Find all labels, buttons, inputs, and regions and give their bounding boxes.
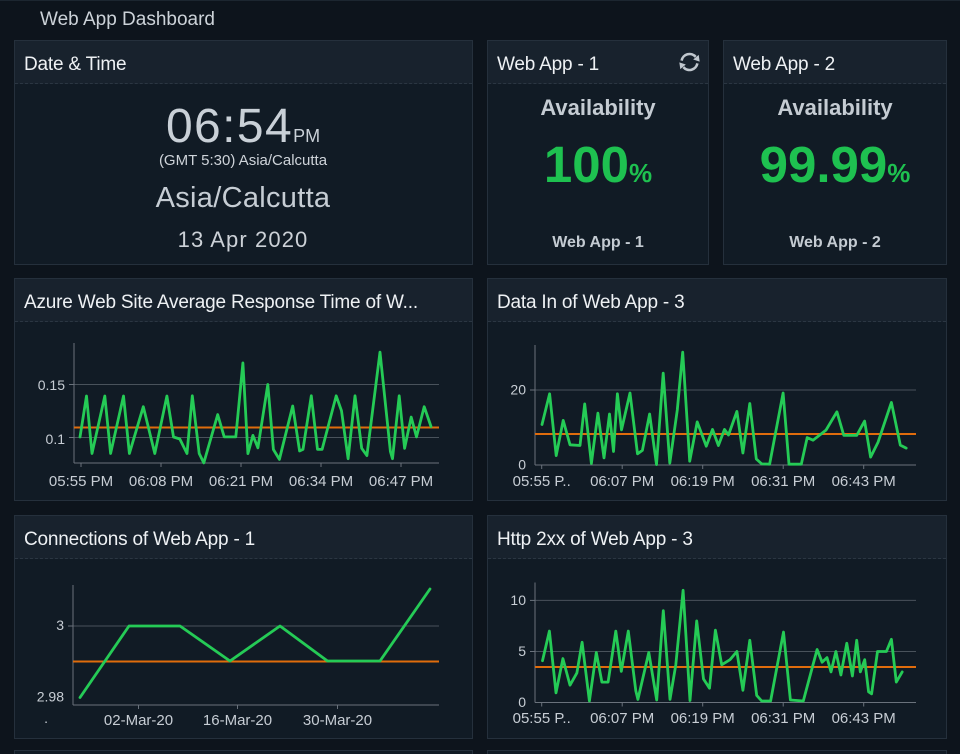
- svg-text:06:31 PM: 06:31 PM: [751, 710, 815, 727]
- svg-text:06:19 PM: 06:19 PM: [671, 710, 735, 727]
- svg-text:99.99%: 99.99%: [760, 136, 911, 193]
- svg-text:13 Apr 2020: 13 Apr 2020: [178, 227, 309, 252]
- svg-text:0.15: 0.15: [38, 377, 65, 393]
- svg-text:30-Mar-20: 30-Mar-20: [303, 712, 372, 729]
- svg-text:16-Mar-20: 16-Mar-20: [203, 712, 272, 729]
- svg-text:06:43 PM: 06:43 PM: [832, 710, 896, 727]
- svg-text:06:34 PM: 06:34 PM: [289, 473, 353, 490]
- svg-text:Availability: Availability: [777, 95, 893, 120]
- svg-text:06:31 PM: 06:31 PM: [751, 473, 815, 490]
- svg-text:.: .: [44, 710, 48, 726]
- svg-text:5: 5: [518, 643, 526, 659]
- svg-text:10: 10: [510, 592, 526, 608]
- svg-text:2.98: 2.98: [37, 689, 64, 705]
- svg-text:06:47 PM: 06:47 PM: [369, 473, 433, 490]
- svg-text:3: 3: [56, 617, 64, 633]
- svg-text:Availability: Availability: [540, 95, 656, 120]
- svg-text:20: 20: [510, 382, 526, 398]
- svg-text:0: 0: [518, 694, 526, 710]
- svg-text:Web App - 1: Web App - 1: [552, 234, 644, 251]
- svg-text:05:55 P..: 05:55 P..: [513, 473, 571, 490]
- svg-text:0.1: 0.1: [46, 431, 66, 447]
- svg-text:06:43 PM: 06:43 PM: [832, 473, 896, 490]
- svg-text:05:55 PM: 05:55 PM: [49, 473, 113, 490]
- svg-text:06:21 PM: 06:21 PM: [209, 473, 273, 490]
- svg-text:05:55 P..: 05:55 P..: [513, 710, 571, 727]
- svg-text:100%: 100%: [544, 136, 652, 193]
- svg-text:06:08 PM: 06:08 PM: [129, 473, 193, 490]
- svg-text:(GMT 5:30) Asia/Calcutta: (GMT 5:30) Asia/Calcutta: [159, 152, 328, 169]
- svg-text:02-Mar-20: 02-Mar-20: [104, 712, 173, 729]
- svg-text:06:07 PM: 06:07 PM: [590, 473, 654, 490]
- svg-text:Asia/Calcutta: Asia/Calcutta: [156, 182, 331, 214]
- svg-text:06:07 PM: 06:07 PM: [590, 710, 654, 727]
- svg-text:0: 0: [518, 457, 526, 473]
- svg-text:Web App - 2: Web App - 2: [789, 234, 881, 251]
- svg-text:06:19 PM: 06:19 PM: [671, 473, 735, 490]
- svg-text:06:54PM: 06:54PM: [166, 100, 320, 153]
